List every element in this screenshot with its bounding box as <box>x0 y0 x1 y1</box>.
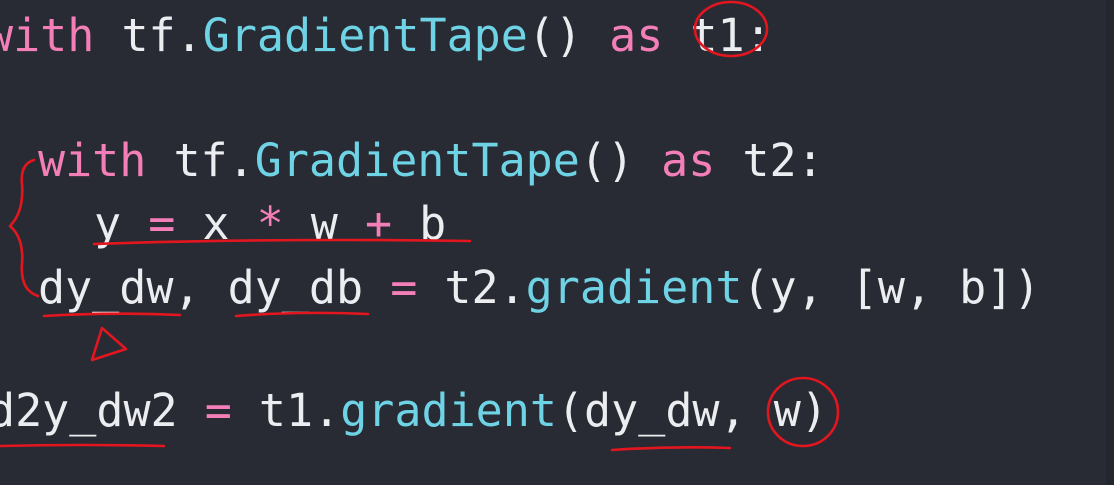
code-token: y <box>94 197 149 250</box>
code-token: = <box>148 197 176 250</box>
vertical-scrollbar[interactable] <box>1106 0 1114 485</box>
code-token: (dy_dw, w) <box>556 384 828 437</box>
code-token: dy_dw, dy_db <box>38 261 391 314</box>
code-token: + <box>364 197 393 250</box>
code-token: as <box>609 9 664 62</box>
code-token: = <box>390 261 418 314</box>
annotation-underline-d2y-dw2 <box>0 443 166 448</box>
code-line-second-gradient[interactable]: d2y_dw2 = t1.gradient(dy_dw, w) <box>0 381 828 441</box>
code-token: with <box>38 134 147 187</box>
code-line-first-gradient[interactable]: dy_dw, dy_db = t2.gradient(y, [w, b]) <box>38 258 1040 318</box>
code-token: tf. <box>146 134 255 187</box>
code-line-forward-pass[interactable]: y = x * w + b <box>94 194 446 254</box>
code-token: as <box>661 134 716 187</box>
code-token: GradientTape <box>254 134 580 187</box>
code-token: () <box>527 9 610 62</box>
code-token: (y, [w, b]) <box>742 261 1041 314</box>
code-line-inner-with[interactable]: with tf.GradientTape() as t2: <box>38 131 824 191</box>
code-token: () <box>579 134 662 187</box>
code-token: t2: <box>715 134 824 187</box>
code-token: x <box>175 197 257 250</box>
code-token: with <box>0 9 95 62</box>
code-token: b <box>392 197 447 250</box>
code-editor[interactable]: with tf.GradientTape() as t1: with tf.Gr… <box>0 0 1114 485</box>
code-line-outer-with[interactable]: with tf.GradientTape() as t1: <box>0 6 772 66</box>
annotation-curly-brace <box>8 158 40 298</box>
annotation-triangle-marker <box>90 326 128 362</box>
code-token: gradient <box>525 261 743 314</box>
code-token: w <box>283 197 365 250</box>
code-token: gradient <box>340 384 557 437</box>
code-token: tf. <box>94 9 203 62</box>
code-token: t2. <box>417 261 526 314</box>
annotation-underline-dy-dw-arg <box>610 446 732 452</box>
code-token: d2y_dw2 <box>0 384 205 437</box>
code-token: * <box>256 197 284 250</box>
code-token: t1: <box>663 9 772 62</box>
code-token: = <box>204 384 232 437</box>
code-token: GradientTape <box>202 9 528 62</box>
code-token: t1. <box>231 384 341 437</box>
